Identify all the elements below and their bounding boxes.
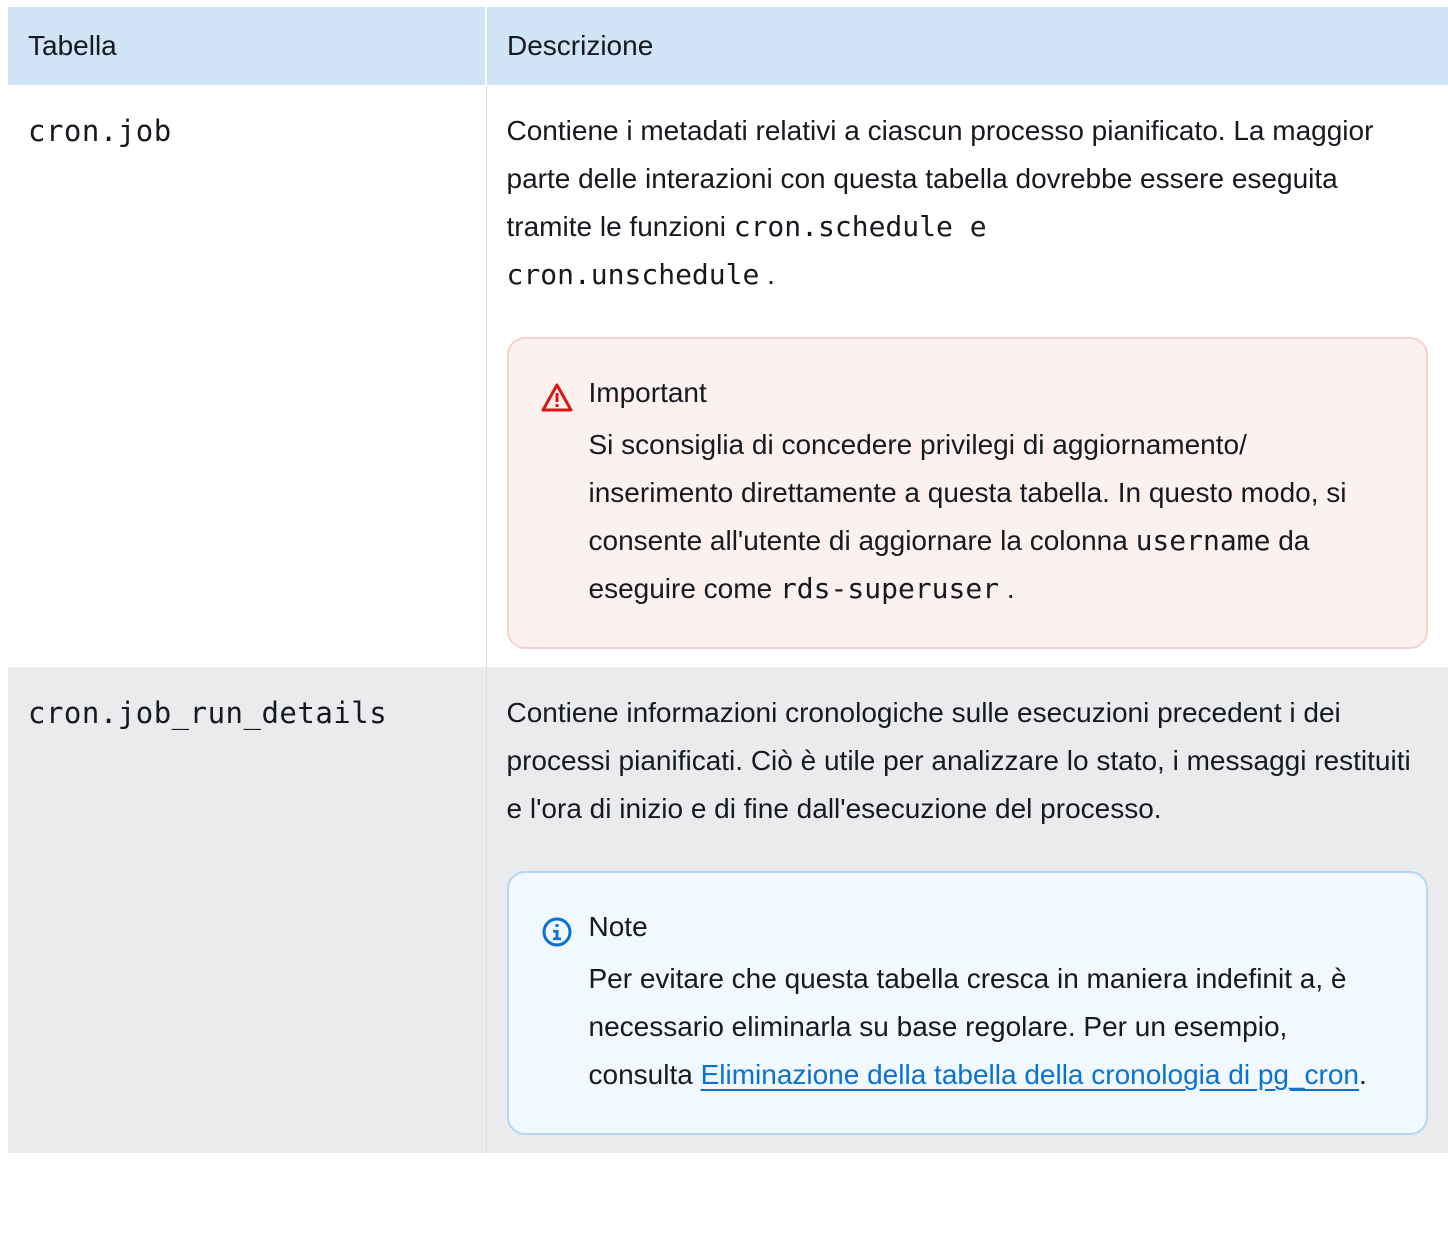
column-header-tabella: Tabella [8, 7, 486, 85]
table-cell-name: cron.job [8, 85, 487, 667]
important-callout: Important Si sconsiglia di concedere pri… [506, 337, 1428, 649]
column-header-descrizione: Descrizione [485, 7, 1448, 85]
description-text: Contiene informazioni cronologiche sulle… [506, 697, 1411, 824]
table-cell-name: cron.job_run_details [8, 667, 487, 1153]
inline-code: cron.schedule [733, 210, 953, 243]
inline-code: rds-superuser [779, 572, 1000, 605]
callout-body: Per evitare che questa tabella cresca in… [589, 955, 1395, 1099]
table-row: cron.job_run_details Contiene informazio… [8, 667, 1448, 1153]
callout-body: Si sconsiglia di concedere privilegi di … [589, 421, 1395, 613]
callout-title: Important [588, 377, 707, 408]
table-cell-description: Contiene informazioni cronologiche sulle… [486, 667, 1448, 1153]
table-cell-description: Contiene i metadati relativi a ciascun p… [486, 85, 1448, 667]
table-name-code: cron.job [28, 114, 172, 148]
description-text-part: e [952, 210, 987, 243]
info-circle-icon [542, 917, 571, 947]
callout-title: Note [588, 911, 648, 942]
inline-code: cron.unschedule [506, 258, 760, 291]
description-text-part: . [759, 259, 775, 290]
cron-tables-table: Tabella Descrizione cron.job Contiene i … [8, 7, 1448, 1153]
table-header-row: Tabella Descrizione [8, 7, 1448, 85]
table-row: cron.job Contiene i metadati relativi a … [8, 85, 1448, 667]
table-name-code: cron.job_run_details [28, 696, 388, 730]
pg-cron-history-link[interactable]: Eliminazione della tabella della cronolo… [701, 1059, 1359, 1090]
callout-body-part: . [1359, 1059, 1367, 1090]
description-text: Contiene i metadati relativi a ciascun p… [507, 107, 1429, 299]
callout-body-part: . [999, 573, 1015, 604]
note-callout: Note Per evitare che questa tabella cres… [506, 871, 1428, 1135]
warning-triangle-icon [541, 383, 572, 412]
inline-code: username [1135, 524, 1271, 557]
